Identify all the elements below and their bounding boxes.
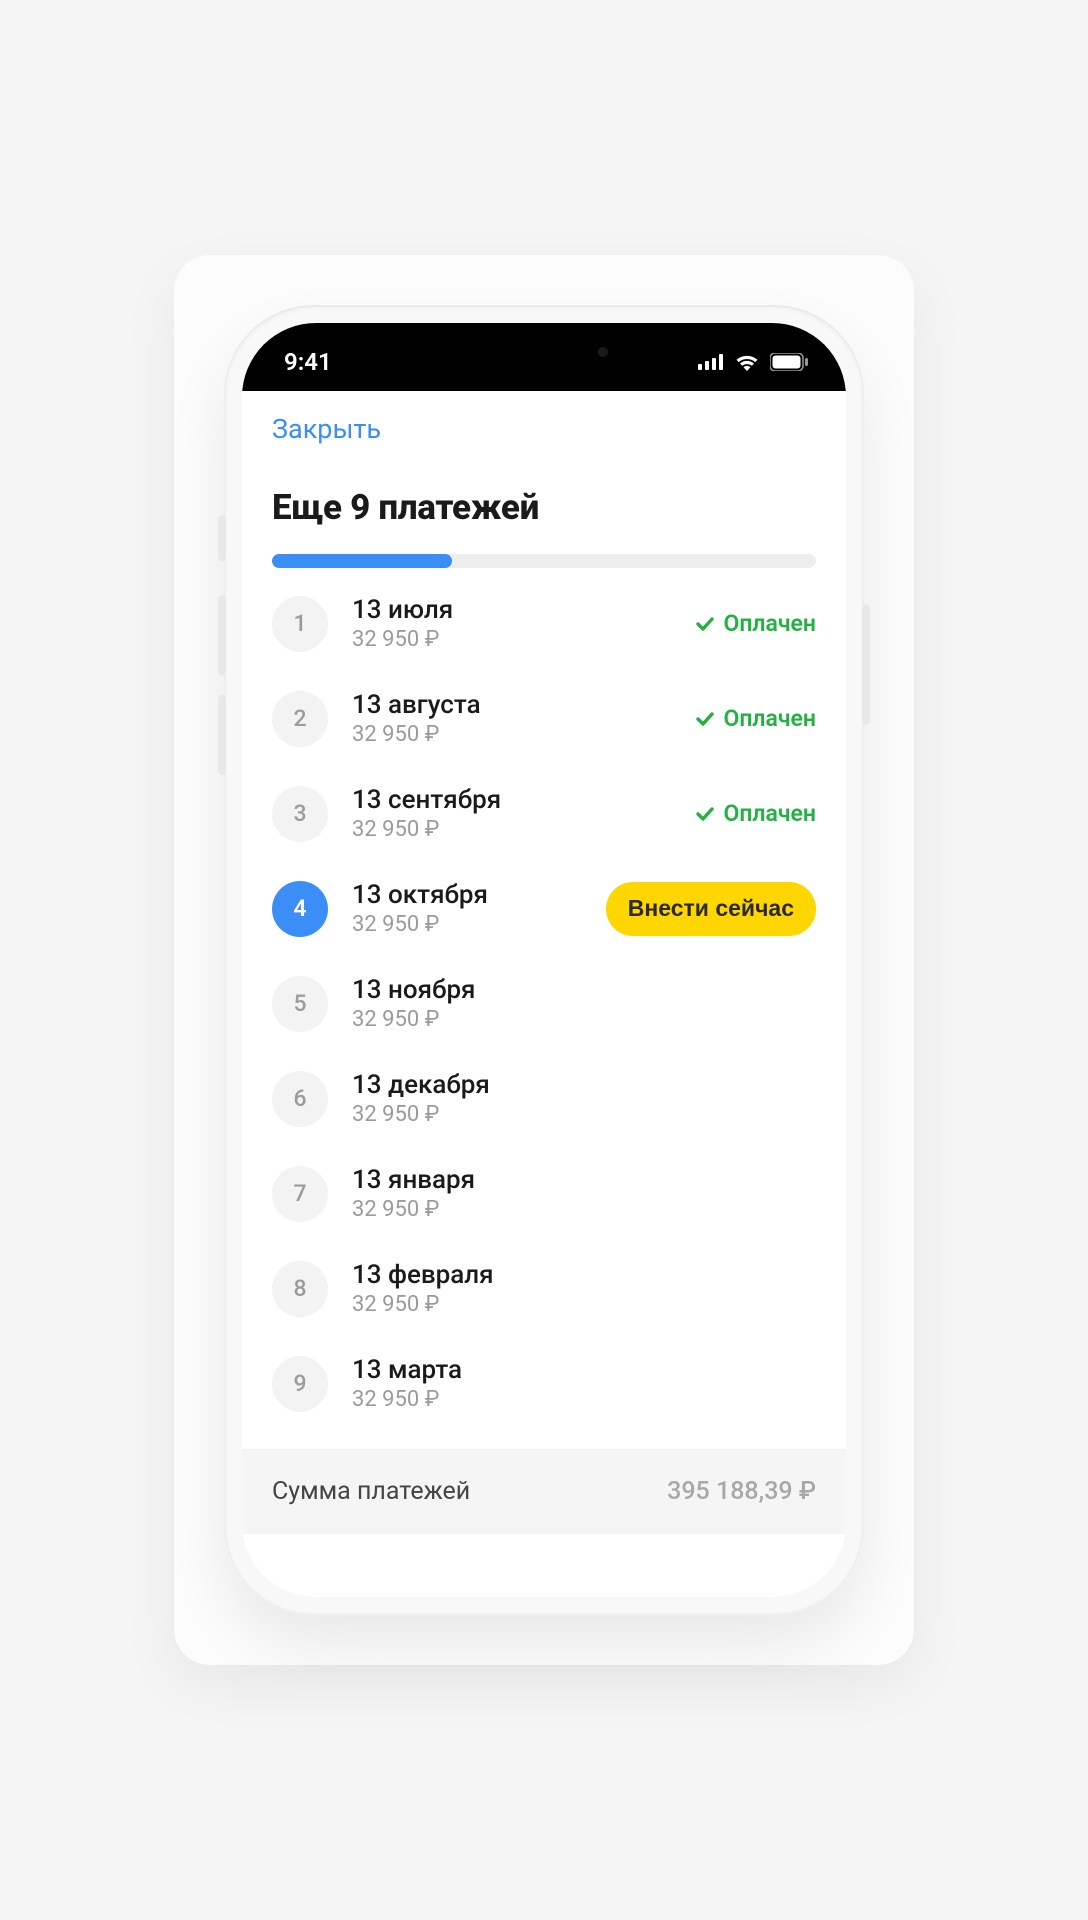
payment-row: 2 13 августа 32 950 ₽ Оплачен: [272, 671, 816, 766]
battery-icon: [770, 353, 808, 371]
payment-number: 7: [272, 1166, 328, 1222]
payment-amount: 32 950 ₽: [352, 627, 695, 652]
progress-fill: [272, 554, 452, 568]
payment-number: 3: [272, 786, 328, 842]
total-footer: Сумма платежей 395 188,39 ₽: [242, 1449, 846, 1534]
paid-status: Оплачен: [695, 610, 816, 637]
payment-date: 13 января: [352, 1165, 816, 1195]
total-label: Сумма платежей: [272, 1477, 470, 1506]
paid-status: Оплачен: [695, 800, 816, 827]
payment-number: 5: [272, 976, 328, 1032]
payment-number: 1: [272, 596, 328, 652]
payment-amount: 32 950 ₽: [352, 1007, 816, 1032]
paid-status: Оплачен: [695, 705, 816, 732]
payment-date: 13 февраля: [352, 1260, 816, 1290]
payment-amount: 32 950 ₽: [352, 722, 695, 747]
payment-row: 8 13 февраля 32 950 ₽: [272, 1241, 816, 1336]
payment-number: 6: [272, 1071, 328, 1127]
payment-date: 13 октября: [352, 880, 606, 910]
check-icon: [695, 804, 715, 824]
payment-number: 2: [272, 691, 328, 747]
paid-label: Оплачен: [723, 705, 816, 732]
payment-amount: 32 950 ₽: [352, 1102, 816, 1127]
payment-amount: 32 950 ₽: [352, 1197, 816, 1222]
check-icon: [695, 614, 715, 634]
wifi-icon: [734, 353, 760, 371]
payment-row: 1 13 июля 32 950 ₽ Оплачен: [272, 576, 816, 671]
payment-date: 13 августа: [352, 690, 695, 720]
total-value: 395 188,39 ₽: [667, 1477, 816, 1506]
page-title: Еще 9 платежей: [272, 487, 816, 528]
payment-number: 4: [272, 881, 328, 937]
payment-row: 4 13 октября 32 950 ₽ Внести сейчас: [272, 861, 816, 956]
close-button[interactable]: Закрыть: [272, 413, 381, 445]
payment-row: 9 13 марта 32 950 ₽: [272, 1336, 816, 1431]
payment-row: 6 13 декабря 32 950 ₽: [272, 1051, 816, 1146]
payment-date: 13 июля: [352, 595, 695, 625]
pay-now-button[interactable]: Внести сейчас: [606, 882, 816, 936]
status-time: 9:41: [284, 338, 332, 376]
payment-amount: 32 950 ₽: [352, 1387, 816, 1412]
payment-row: 3 13 сентября 32 950 ₽ Оплачен: [272, 766, 816, 861]
paid-label: Оплачен: [723, 800, 816, 827]
paid-label: Оплачен: [723, 610, 816, 637]
payment-date: 13 декабря: [352, 1070, 816, 1100]
payment-list: 1 13 июля 32 950 ₽ Оплачен 2 13 августа …: [272, 576, 816, 1431]
payment-row: 5 13 ноября 32 950 ₽: [272, 956, 816, 1051]
payment-amount: 32 950 ₽: [352, 1292, 816, 1317]
payment-date: 13 ноября: [352, 975, 816, 1005]
payment-number: 8: [272, 1261, 328, 1317]
payment-number: 9: [272, 1356, 328, 1412]
payment-date: 13 марта: [352, 1355, 816, 1385]
payment-amount: 32 950 ₽: [352, 912, 606, 937]
progress-bar: [272, 554, 816, 568]
payment-row: 7 13 января 32 950 ₽: [272, 1146, 816, 1241]
cellular-icon: [698, 354, 724, 370]
device-notch: [404, 323, 684, 375]
check-icon: [695, 709, 715, 729]
phone-frame: 9:41 Закрыть Еще 9 платежей: [224, 305, 864, 1615]
payment-amount: 32 950 ₽: [352, 817, 695, 842]
payment-date: 13 сентября: [352, 785, 695, 815]
